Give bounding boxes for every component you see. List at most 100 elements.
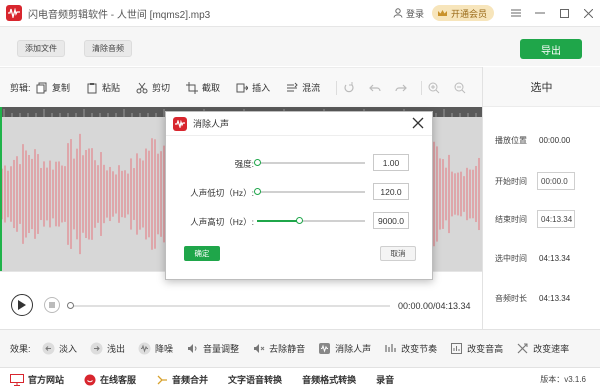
- selection-panel: 选中 播放位置 00:00.00 开始时间 00:00.0 结束时间 04:13…: [482, 67, 600, 329]
- menu-icon[interactable]: [504, 0, 528, 26]
- pitch-icon: [450, 342, 463, 355]
- zoom-in-icon[interactable]: [428, 82, 440, 94]
- selected-time-row: 选中时间 04:13.34: [495, 253, 570, 264]
- copy-label: 复制: [52, 83, 71, 93]
- minimize-icon[interactable]: [528, 0, 552, 26]
- official-site-link[interactable]: 官方网站: [10, 373, 64, 386]
- start-time-input[interactable]: 00:00.0: [537, 172, 575, 190]
- insert-icon: [236, 82, 249, 94]
- format-convert-label: 音频格式转换: [302, 375, 357, 385]
- strength-input[interactable]: 1.00: [373, 154, 409, 171]
- format-convert-link[interactable]: 音频格式转换: [302, 373, 356, 386]
- strength-row: 强度: 1.00: [166, 154, 434, 172]
- window-title: 闪电音频剪辑软件 - 人世间 [mqms2].mp3: [28, 9, 211, 21]
- fade-in-icon: [42, 342, 55, 355]
- export-button[interactable]: 导出: [520, 39, 582, 59]
- stop-button[interactable]: [44, 297, 60, 313]
- time-display: 00:00.00/04:13.34: [398, 301, 471, 311]
- high-cut-row: 人声高切（Hz）: 9000.0: [166, 212, 434, 230]
- speaker-icon: [186, 342, 199, 355]
- loop-icon[interactable]: [343, 81, 355, 94]
- copy-icon: [36, 82, 48, 94]
- maximize-icon[interactable]: [552, 0, 576, 26]
- undo-icon[interactable]: [369, 82, 381, 94]
- file-toolbar: 添加文件 清除音频 导出: [0, 26, 600, 66]
- crop-icon: [186, 81, 199, 94]
- high-cut-slider-fill: [257, 220, 300, 222]
- redo-icon[interactable]: [395, 82, 407, 94]
- playhead[interactable]: [0, 107, 2, 271]
- cut-button[interactable]: 剪切: [136, 81, 170, 94]
- end-time-input[interactable]: 04:13.34: [537, 210, 575, 228]
- play-icon: [18, 300, 26, 310]
- dialog-logo-icon: [173, 116, 187, 131]
- online-support-label: 在线客服: [100, 375, 137, 385]
- start-time-row: 开始时间 00:00.0: [495, 172, 575, 190]
- trim-button[interactable]: 截取: [186, 81, 220, 94]
- silence-icon: [252, 342, 265, 355]
- change-speed-button[interactable]: 改变速率: [516, 342, 569, 355]
- vip-button[interactable]: 开通会员: [431, 5, 494, 21]
- trim-label: 截取: [202, 83, 221, 93]
- ok-button[interactable]: 确定: [184, 246, 220, 261]
- vocal-icon: [318, 342, 331, 355]
- copy-button[interactable]: 复制: [36, 81, 70, 94]
- close-icon[interactable]: [576, 0, 600, 26]
- dialog-close-icon[interactable]: [412, 117, 424, 129]
- audio-merge-link[interactable]: 音频合并: [156, 373, 208, 386]
- low-cut-input[interactable]: 120.0: [373, 183, 409, 200]
- low-cut-slider-knob[interactable]: [254, 188, 261, 195]
- progress-knob[interactable]: [67, 302, 74, 309]
- audio-merge-label: 音频合并: [172, 375, 209, 385]
- app-window: 闪电音频剪辑软件 - 人世间 [mqms2].mp3 登录 开通会员 添加文件 …: [0, 0, 600, 391]
- strength-slider-knob[interactable]: [254, 159, 261, 166]
- remove-vocals-dialog: 消除人声 强度: 1.00 人声低切（Hz）: 120.0 人声高切（Hz）:: [165, 111, 433, 280]
- strength-slider[interactable]: [254, 159, 365, 166]
- insert-button[interactable]: 插入: [236, 81, 270, 94]
- low-cut-slider[interactable]: [254, 188, 365, 195]
- selected-time-label: 选中时间: [495, 254, 527, 263]
- online-support-link[interactable]: 在线客服: [84, 373, 136, 386]
- insert-label: 插入: [252, 83, 271, 93]
- high-cut-label: 人声高切（Hz）:: [190, 217, 254, 227]
- cancel-button[interactable]: 取消: [380, 246, 416, 261]
- effects-bar: 效果: 淡入 浅出 降噪 音量调整 去除静音 消除人声 改变节奏 改变音高 改变…: [0, 329, 600, 367]
- toolbar-divider-2: [421, 80, 423, 95]
- login-button[interactable]: 登录: [393, 7, 424, 20]
- fade-in-label: 淡入: [59, 344, 78, 354]
- add-file-button[interactable]: 添加文件: [17, 40, 65, 57]
- end-time-row: 结束时间 04:13.34: [495, 210, 575, 228]
- fade-in-button[interactable]: 淡入: [42, 342, 77, 355]
- app-logo-icon: [6, 5, 22, 21]
- stop-icon: [49, 302, 55, 308]
- zoom-out-icon[interactable]: [454, 82, 466, 94]
- mix-button[interactable]: 混流: [286, 81, 320, 94]
- high-cut-slider[interactable]: [257, 217, 365, 224]
- remove-vocals-button[interactable]: 消除人声: [318, 342, 371, 355]
- volume-adjust-button[interactable]: 音量调整: [186, 342, 239, 355]
- vip-label: 开通会员: [450, 8, 487, 19]
- paste-button[interactable]: 粘贴: [86, 81, 120, 94]
- record-link[interactable]: 录音: [376, 373, 394, 386]
- change-tempo-label: 改变节奏: [401, 344, 438, 354]
- crown-icon: [437, 9, 447, 16]
- change-tempo-button[interactable]: 改变节奏: [384, 342, 437, 355]
- tempo-icon: [384, 342, 397, 355]
- progress-bar[interactable]: [67, 302, 390, 309]
- fade-out-button[interactable]: 浅出: [90, 342, 125, 355]
- remove-silence-button[interactable]: 去除静音: [252, 342, 305, 355]
- play-button[interactable]: [11, 294, 33, 316]
- change-pitch-button[interactable]: 改变音高: [450, 342, 503, 355]
- denoise-button[interactable]: 降噪: [138, 342, 173, 355]
- strength-label: 强度:: [234, 159, 254, 169]
- dialog-title: 消除人声: [193, 119, 230, 129]
- edit-toolbar: 剪辑: 复制 粘贴 剪切 截取 插入 混流: [0, 67, 482, 107]
- scissors-icon: [136, 82, 148, 94]
- text-speech-link[interactable]: 文字语音转换: [228, 373, 282, 386]
- speed-icon: [516, 342, 529, 355]
- high-cut-input[interactable]: 9000.0: [373, 212, 409, 229]
- clear-audio-button[interactable]: 清除音频: [84, 40, 132, 57]
- low-cut-label: 人声低切（Hz）:: [190, 188, 254, 198]
- high-cut-slider-knob[interactable]: [296, 217, 304, 224]
- play-position-label: 播放位置: [495, 136, 527, 145]
